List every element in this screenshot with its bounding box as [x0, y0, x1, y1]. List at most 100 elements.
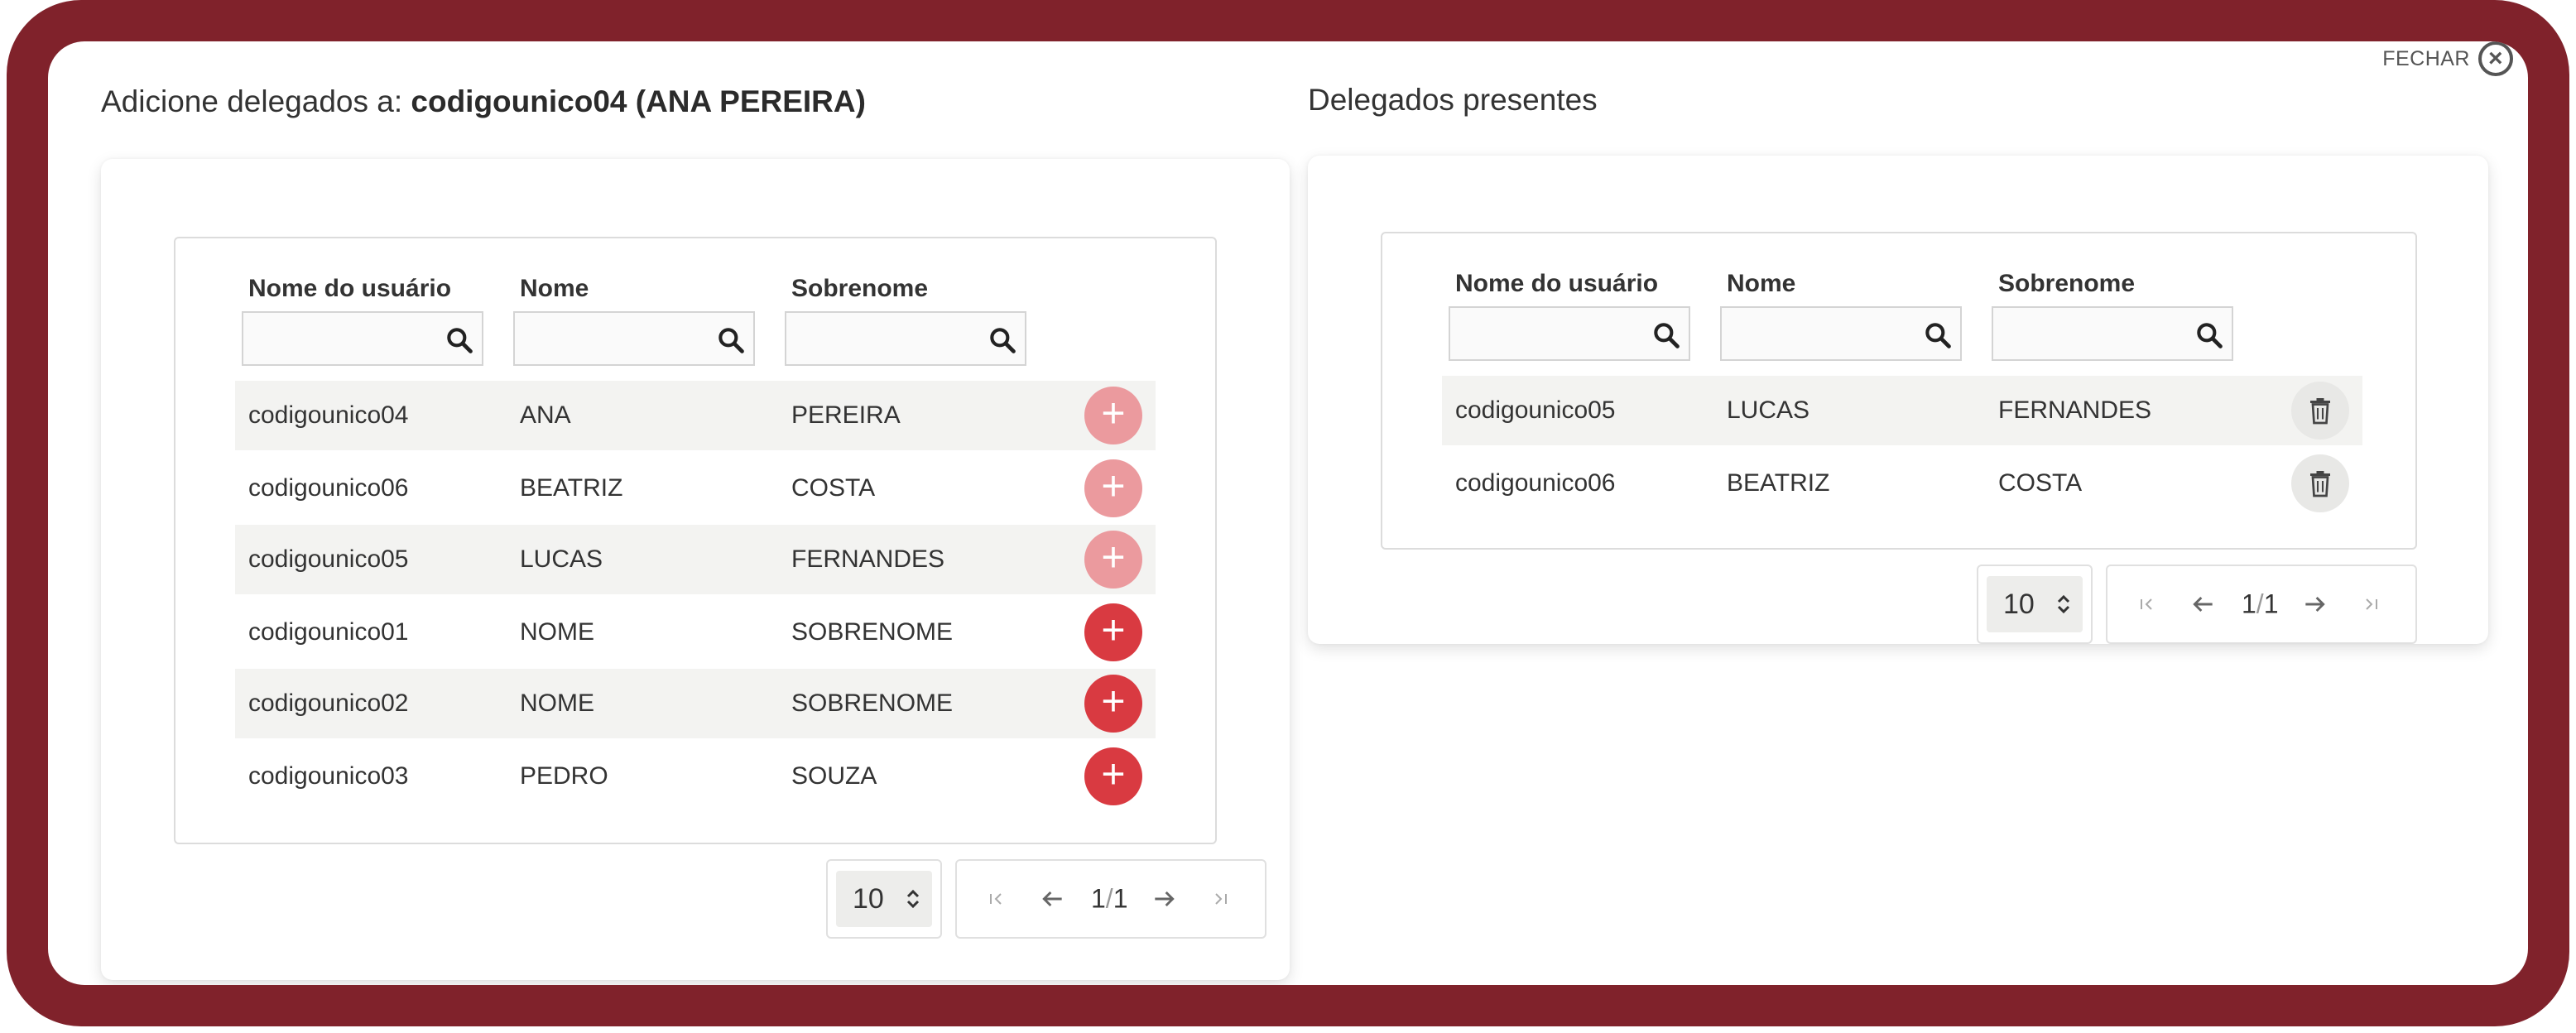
- row-last-name: PEREIRA: [791, 401, 901, 429]
- add-delegates-modal: FECHAR × Adicione delegados a: codigouni…: [48, 41, 2528, 985]
- row-username: codigounico06: [1455, 469, 1616, 497]
- search-icon[interactable]: [1922, 320, 1954, 351]
- column-header-username: Nome do usuário: [1455, 270, 1659, 297]
- row-username: codigounico05: [248, 545, 409, 573]
- row-first-name: NOME: [520, 689, 594, 717]
- add-delegate-button[interactable]: +: [1084, 747, 1142, 805]
- row-last-name: COSTA: [1998, 469, 2083, 497]
- username-filter: [242, 311, 483, 366]
- heading-target-user: codigounico04 (ANA PEREIRA): [411, 84, 866, 118]
- chevron-up-down-icon: [906, 889, 920, 909]
- add-delegate-button[interactable]: +: [1084, 603, 1142, 661]
- table-row: codigounico02 NOME SOBRENOME +: [235, 669, 1156, 738]
- search-icon[interactable]: [2194, 320, 2225, 351]
- row-last-name: SOBRENOME: [791, 618, 954, 646]
- arrow-left-icon[interactable]: [1040, 886, 1066, 912]
- page-size-select[interactable]: 10: [826, 859, 942, 939]
- pagination-nav: 1/1: [955, 859, 1266, 939]
- arrow-right-icon[interactable]: [1151, 886, 1177, 912]
- add-delegate-button[interactable]: +: [1084, 531, 1142, 589]
- search-icon[interactable]: [987, 324, 1018, 356]
- username-filter: [1449, 306, 1690, 361]
- search-icon[interactable]: [1651, 320, 1682, 351]
- available-users-table: Nome do usuário Nome Sobrenome codigouni…: [174, 237, 1217, 844]
- first-page-icon[interactable]: [987, 889, 1007, 909]
- heading-prefix: Adicione delegados a:: [101, 84, 411, 118]
- available-users-card: Nome do usuário Nome Sobrenome codigouni…: [101, 159, 1290, 980]
- column-header-last-name: Sobrenome: [791, 275, 929, 302]
- row-first-name: NOME: [520, 618, 594, 646]
- row-first-name: LUCAS: [520, 545, 603, 573]
- last-name-filter: [1992, 306, 2233, 361]
- row-username: codigounico02: [248, 689, 409, 717]
- row-first-name: PEDRO: [520, 762, 608, 790]
- row-username: codigounico06: [248, 474, 409, 502]
- search-icon[interactable]: [444, 324, 475, 356]
- table-row: codigounico05 LUCAS FERNANDES: [1442, 376, 2362, 445]
- column-header-last-name: Sobrenome: [1998, 270, 2136, 297]
- trash-icon: [2310, 398, 2330, 425]
- plus-icon: +: [1101, 390, 1126, 436]
- username-filter-input[interactable]: [243, 313, 442, 364]
- page-size-select[interactable]: 10: [1977, 565, 2093, 644]
- last-page-icon[interactable]: [1210, 889, 1230, 909]
- table-row: codigounico03 PEDRO SOUZA +: [235, 742, 1156, 811]
- remove-delegate-button[interactable]: [2291, 382, 2349, 440]
- row-last-name: SOUZA: [791, 762, 877, 790]
- close-button[interactable]: FECHAR ×: [2382, 41, 2513, 76]
- present-delegates-card: Nome do usuário Nome Sobrenome codigouni…: [1308, 156, 2488, 644]
- table-row: codigounico05 LUCAS FERNANDES +: [235, 525, 1156, 594]
- row-last-name: FERNANDES: [791, 545, 945, 573]
- add-delegate-button[interactable]: +: [1084, 675, 1142, 733]
- row-username: codigounico04: [248, 401, 409, 429]
- row-last-name: COSTA: [791, 474, 876, 502]
- last-name-filter-input[interactable]: [786, 313, 985, 364]
- first-name-filter: [1720, 306, 1962, 361]
- page-current: 1: [2242, 589, 2256, 619]
- plus-icon: +: [1101, 463, 1126, 509]
- present-delegates-table: Nome do usuário Nome Sobrenome codigouni…: [1381, 232, 2417, 550]
- page-indicator: 1/1: [1091, 884, 1127, 915]
- add-delegates-heading: Adicione delegados a: codigounico04 (ANA…: [101, 84, 866, 119]
- close-icon: ×: [2478, 41, 2513, 76]
- present-delegates-heading: Delegados presentes: [1308, 83, 1598, 117]
- remove-delegate-button[interactable]: [2291, 454, 2349, 512]
- username-filter-input[interactable]: [1450, 308, 1649, 359]
- column-header-username: Nome do usuário: [248, 275, 452, 302]
- page-size-value-box: 10: [836, 871, 932, 927]
- first-name-filter-input[interactable]: [1722, 308, 1920, 359]
- row-username: codigounico03: [248, 762, 409, 790]
- last-name-filter-input[interactable]: [1993, 308, 2192, 359]
- row-last-name: SOBRENOME: [791, 689, 954, 717]
- last-name-filter: [785, 311, 1026, 366]
- plus-icon: +: [1101, 751, 1126, 797]
- page-size-value-box: 10: [1987, 576, 2083, 632]
- first-name-filter: [513, 311, 755, 366]
- row-first-name: BEATRIZ: [1727, 469, 1830, 497]
- row-last-name: FERNANDES: [1998, 396, 2152, 424]
- plus-icon: +: [1101, 678, 1126, 724]
- arrow-right-icon[interactable]: [2301, 591, 2328, 617]
- search-icon[interactable]: [715, 324, 747, 356]
- add-delegate-button[interactable]: +: [1084, 387, 1142, 444]
- add-delegate-button[interactable]: +: [1084, 459, 1142, 517]
- table-row: codigounico06 BEATRIZ COSTA: [1442, 449, 2362, 518]
- page-current: 1: [1091, 883, 1106, 914]
- page-total: 1: [1113, 883, 1128, 914]
- chevron-up-down-icon: [2057, 594, 2070, 614]
- column-header-first-name: Nome: [1727, 270, 1796, 297]
- table-row: codigounico01 NOME SOBRENOME +: [235, 598, 1156, 667]
- first-name-filter-input[interactable]: [515, 313, 714, 364]
- row-first-name: BEATRIZ: [520, 474, 623, 502]
- table-row: codigounico04 ANA PEREIRA +: [235, 381, 1156, 450]
- last-page-icon[interactable]: [2361, 594, 2381, 614]
- arrow-left-icon[interactable]: [2190, 591, 2217, 617]
- trash-icon: [2310, 471, 2330, 497]
- plus-icon: +: [1101, 534, 1126, 580]
- page-total: 1: [2263, 589, 2279, 619]
- page-separator: /: [2256, 589, 2264, 619]
- first-page-icon[interactable]: [2137, 594, 2157, 614]
- column-header-first-name: Nome: [520, 275, 589, 302]
- row-username: codigounico01: [248, 618, 409, 646]
- row-first-name: LUCAS: [1727, 396, 1810, 424]
